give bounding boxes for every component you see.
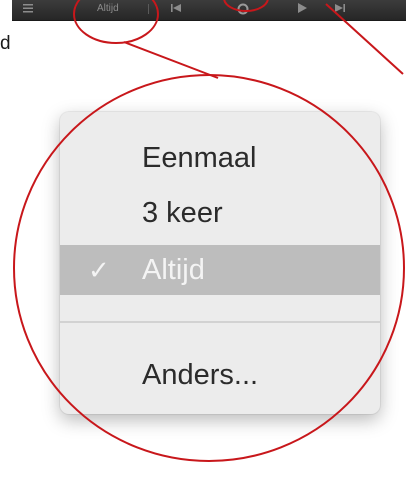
menu-item-altijd[interactable]: ✓ Altijd xyxy=(60,245,380,295)
repeat-mode-menu: Eenmaal 3 keer ✓ Altijd Anders... xyxy=(60,112,380,414)
skip-back-icon[interactable] xyxy=(170,2,182,16)
menu-item-3-keer[interactable]: 3 keer xyxy=(60,188,380,238)
checkmark-icon: ✓ xyxy=(88,255,110,285)
cropped-text: d xyxy=(0,33,11,54)
toolbar: Altijd xyxy=(12,0,406,21)
menu-item-label: Altijd xyxy=(142,254,205,286)
repeat-mode-label[interactable]: Altijd xyxy=(97,2,119,16)
menu-item-label: Eenmaal xyxy=(142,142,257,174)
menu-separator xyxy=(60,321,380,323)
play-icon[interactable] xyxy=(296,2,308,16)
connector-line xyxy=(123,41,219,79)
skip-forward-icon[interactable] xyxy=(334,2,346,16)
menu-item-label: 3 keer xyxy=(142,197,223,229)
menu-item-eenmaal[interactable]: Eenmaal xyxy=(60,133,380,183)
menu-item-label: Anders... xyxy=(142,359,259,391)
menu-item-anders[interactable]: Anders... xyxy=(60,350,380,400)
toolbar-divider xyxy=(148,4,149,14)
repeat-icon[interactable] xyxy=(236,2,250,16)
list-icon[interactable] xyxy=(22,2,34,16)
